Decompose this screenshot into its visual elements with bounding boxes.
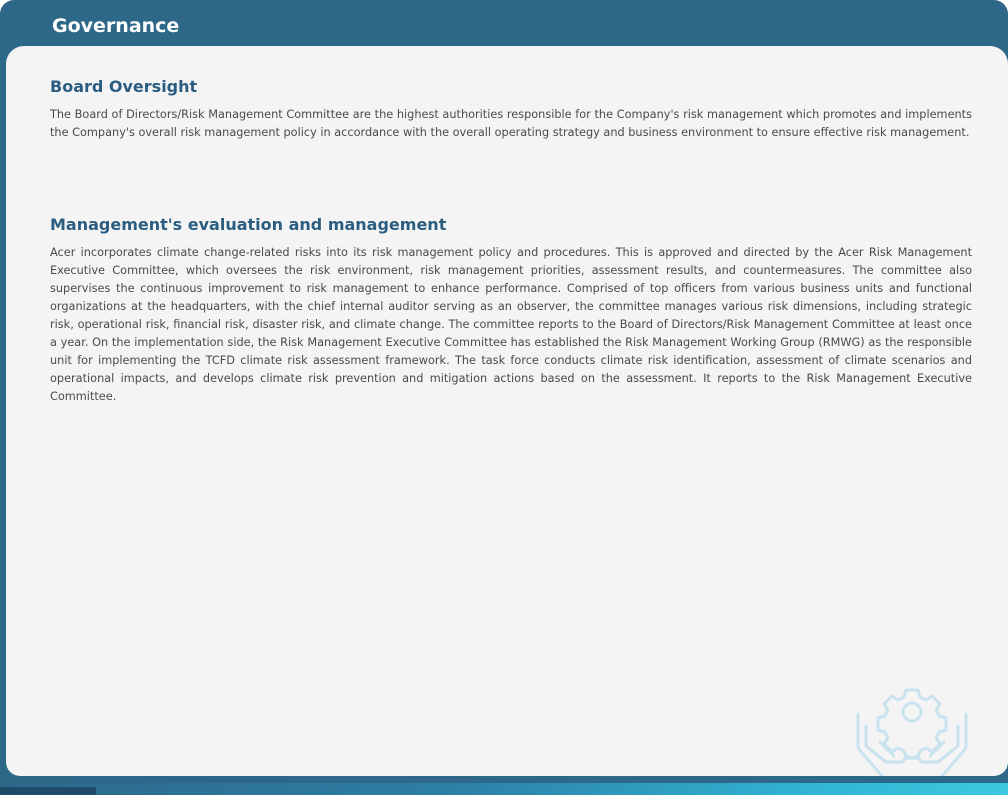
hands-holding-gear-icon bbox=[856, 688, 968, 776]
footer-gradient-bar bbox=[0, 783, 1008, 795]
footer-accent-bar bbox=[0, 787, 96, 795]
panel-title: Governance bbox=[52, 15, 180, 37]
board-oversight-section: Board Oversight The Board of Directors/R… bbox=[50, 76, 972, 142]
section-heading: Management's evaluation and management bbox=[50, 215, 447, 234]
right-hand-icon bbox=[914, 712, 968, 776]
management-evaluation-section: Management's evaluation and management A… bbox=[50, 214, 972, 406]
left-hand-icon bbox=[856, 712, 910, 776]
section-heading: Board Oversight bbox=[50, 77, 198, 96]
content-card: Board Oversight The Board of Directors/R… bbox=[6, 46, 1008, 776]
section-paragraph: The Board of Directors/Risk Management C… bbox=[50, 108, 972, 139]
section-paragraph: Acer incorporates climate change-related… bbox=[50, 246, 972, 403]
governance-panel: Governance Board Oversight The Board of … bbox=[0, 0, 1008, 795]
gear-icon bbox=[876, 688, 948, 760]
